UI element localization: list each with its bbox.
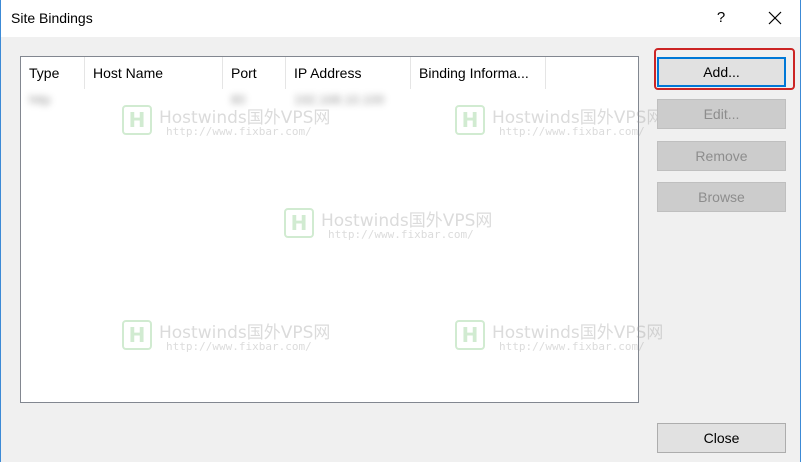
column-header-port[interactable]: Port bbox=[223, 57, 286, 89]
binding-row[interactable]: http 80 192.168.10.100 bbox=[21, 89, 638, 111]
column-header-ip-address[interactable]: IP Address bbox=[286, 57, 411, 89]
close-icon bbox=[768, 11, 782, 25]
column-header-type[interactable]: Type bbox=[21, 57, 85, 89]
binding-type-cell: http bbox=[29, 92, 51, 107]
binding-ip-cell: 192.168.10.100 bbox=[294, 92, 385, 107]
list-header: Type Host Name Port IP Address Binding I… bbox=[21, 57, 638, 89]
column-header-host-name[interactable]: Host Name bbox=[85, 57, 223, 89]
remove-button[interactable]: Remove bbox=[657, 141, 786, 171]
title-bar: Site Bindings ? bbox=[1, 0, 800, 37]
close-window-button[interactable] bbox=[759, 4, 791, 32]
column-header-binding-information[interactable]: Binding Informa... bbox=[411, 57, 546, 89]
help-button[interactable]: ? bbox=[705, 4, 737, 32]
edit-button[interactable]: Edit... bbox=[657, 99, 786, 129]
dialog-title: Site Bindings bbox=[11, 10, 93, 26]
add-button[interactable]: Add... bbox=[657, 57, 786, 87]
bindings-list[interactable]: Type Host Name Port IP Address Binding I… bbox=[20, 56, 639, 403]
browse-button[interactable]: Browse bbox=[657, 182, 786, 212]
close-button[interactable]: Close bbox=[657, 423, 786, 453]
site-bindings-dialog: Site Bindings ? Type Host Name Port IP A… bbox=[0, 0, 801, 462]
binding-port-cell: 80 bbox=[231, 92, 246, 107]
